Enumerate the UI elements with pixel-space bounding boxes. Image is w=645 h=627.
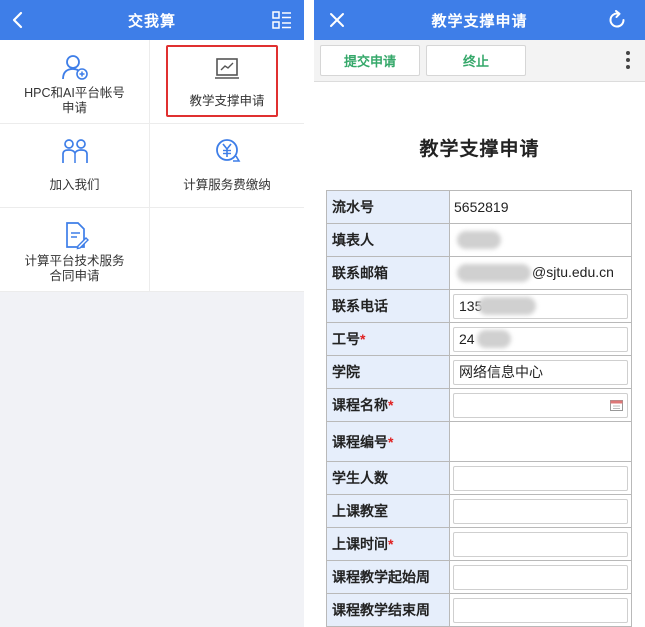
classroom-input[interactable] [453, 498, 628, 524]
more-options-icon[interactable] [625, 51, 631, 71]
classroom-cell [449, 494, 632, 528]
left-header-title: 交我算 [127, 12, 176, 30]
right-header: 教学支撑申请 [314, 0, 645, 40]
form-title: 教学支撑申请 [419, 139, 540, 160]
document-edit-icon [65, 222, 89, 250]
yuan-payment-icon [216, 139, 241, 162]
terminate-button[interactable]: 终止 [426, 45, 526, 76]
field-label: 课程编号* [326, 421, 450, 462]
submit-button[interactable]: 提交申请 [320, 45, 420, 76]
application-form: 流水号 5652819 填表人 联系邮箱 @sjtu.edu.cn 联系电话 1… [326, 190, 632, 627]
grid-menu-icon[interactable] [272, 11, 292, 30]
class-time-cell [449, 527, 632, 561]
email-value: @sjtu.edu.cn [449, 256, 632, 290]
action-toolbar: 提交申请 终止 [314, 40, 645, 82]
student-count-cell [449, 461, 632, 495]
user-add-icon [61, 55, 88, 80]
tile-teaching-support[interactable]: 教学支撑申请 [150, 40, 304, 124]
tile-hpc-account[interactable]: HPC和AI平台帐号申请 [0, 40, 150, 124]
tile-label: HPC和AI平台帐号申请 [24, 86, 125, 115]
tile-join-us[interactable]: 加入我们 [0, 124, 150, 208]
field-label: 联系电话 [326, 289, 450, 323]
start-week-input[interactable] [453, 564, 628, 590]
redacted-email-prefix [457, 264, 531, 283]
form-row-course-name: 课程名称* [326, 388, 632, 422]
form-row-student-count: 学生人数 [326, 461, 632, 495]
monitor-chart-icon [215, 58, 239, 79]
field-label: 上课教室 [326, 494, 450, 528]
tile-label: 教学支撑申请 [189, 94, 265, 108]
form-row-end-week: 课程教学结束周 [326, 593, 632, 627]
start-week-cell [449, 560, 632, 594]
redacted-name [457, 231, 501, 250]
course-code-value[interactable] [449, 421, 632, 462]
tile-label: 加入我们 [49, 178, 100, 192]
field-label: 学院 [326, 355, 450, 389]
phone-input[interactable]: 135 [453, 293, 628, 319]
form-row-college: 学院 网络信息中心 [326, 355, 632, 389]
left-screen: 交我算 HPC和AI平台帐号申请 教学支撑申请 加入我们 计算服务费缴纳 计算平… [0, 0, 304, 627]
student-count-input[interactable] [453, 465, 628, 491]
field-label: 联系邮箱 [326, 256, 450, 290]
right-screen: 教学支撑申请 提交申请 终止 教学支撑申请 流水号 5652819 填表人 联系… [314, 0, 645, 627]
field-label: 工号* [326, 322, 450, 356]
required-mark: * [360, 331, 366, 347]
field-label: 填表人 [326, 223, 450, 257]
serial-number-value: 5652819 [449, 190, 632, 224]
employee-id-cell: 24 [449, 322, 632, 356]
required-mark: * [388, 433, 394, 450]
form-row-employee-id: 工号* 24 [326, 322, 632, 356]
required-mark: * [388, 397, 394, 413]
class-time-input[interactable] [453, 531, 628, 557]
tile-service-fee[interactable]: 计算服务费缴纳 [150, 124, 304, 208]
tile-label: 计算平台技术服务合同申请 [24, 254, 125, 283]
form-row-filler: 填表人 [326, 223, 632, 257]
field-label: 流水号 [326, 190, 450, 224]
service-grid: HPC和AI平台帐号申请 教学支撑申请 加入我们 计算服务费缴纳 计算平台技术服… [0, 40, 304, 292]
left-header: 交我算 [0, 0, 304, 40]
course-name-input[interactable] [453, 392, 628, 418]
field-label: 课程名称* [326, 388, 450, 422]
redacted-phone [478, 297, 537, 315]
course-name-cell [449, 388, 632, 422]
employee-id-input[interactable]: 24 [453, 326, 628, 352]
form-row-phone: 联系电话 135 [326, 289, 632, 323]
end-week-cell [449, 593, 632, 627]
field-label: 课程教学起始周 [326, 560, 450, 594]
tile-empty [150, 208, 304, 292]
field-label: 学生人数 [326, 461, 450, 495]
redacted-employee-id [476, 330, 511, 348]
college-input[interactable]: 网络信息中心 [453, 359, 628, 385]
field-label: 课程教学结束周 [326, 593, 450, 627]
form-row-start-week: 课程教学起始周 [326, 560, 632, 594]
college-cell: 网络信息中心 [449, 355, 632, 389]
close-icon[interactable] [328, 11, 346, 29]
form-row-class-time: 上课时间* [326, 527, 632, 561]
form-row-course-code: 课程编号* [326, 421, 632, 462]
right-header-title: 教学支撑申请 [431, 12, 528, 30]
tile-tech-contract[interactable]: 计算平台技术服务合同申请 [0, 208, 150, 292]
end-week-input[interactable] [453, 597, 628, 623]
required-mark: * [388, 536, 394, 552]
back-arrow-icon[interactable] [8, 9, 30, 31]
form-row-classroom: 上课教室 [326, 494, 632, 528]
refresh-icon[interactable] [607, 10, 627, 30]
form-row-email: 联系邮箱 @sjtu.edu.cn [326, 256, 632, 290]
filler-value [449, 223, 632, 257]
field-label: 上课时间* [326, 527, 450, 561]
people-icon [61, 139, 88, 163]
tile-label: 计算服务费缴纳 [183, 178, 271, 192]
phone-cell: 135 [449, 289, 632, 323]
form-row-serial: 流水号 5652819 [326, 190, 632, 224]
calendar-icon[interactable] [610, 399, 623, 411]
